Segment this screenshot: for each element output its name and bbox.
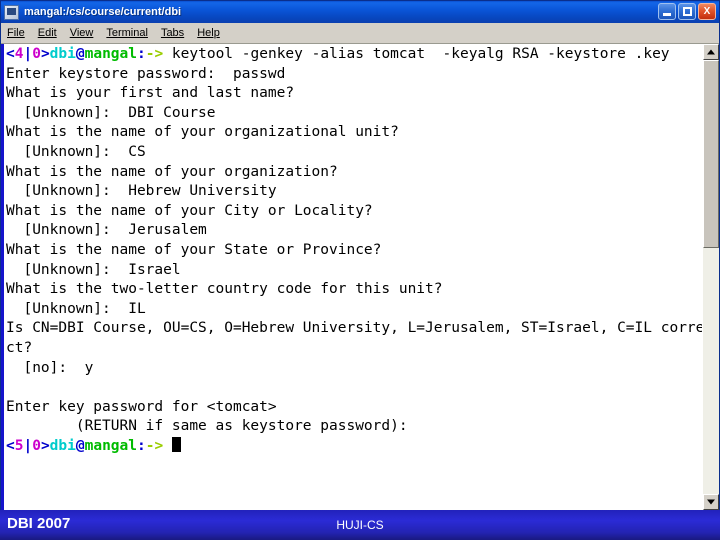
prompt2-gt: > — [40, 437, 50, 454]
terminal-line-14: Is CN=DBI Course, OU=CS, O=Hebrew Univer… — [6, 320, 702, 337]
prompt2-at: @ — [75, 437, 85, 454]
terminal-command: keytool -genkey -alias tomcat -keyalg RS… — [163, 46, 670, 62]
prompt-at: @ — [75, 46, 85, 62]
terminal-text: <4|0>dbi@mangal:-> keytool -genkey -alia… — [6, 45, 702, 510]
prompt-lt: < — [6, 46, 15, 62]
window-title: mangal:/cs/course/current/dbi — [24, 6, 182, 18]
terminal-line-6: What is the name of your organization? — [6, 163, 338, 180]
menu-item-help[interactable]: Help — [197, 27, 220, 39]
terminal-line-2: What is your first and last name? — [6, 85, 295, 102]
prompt2-lt: < — [6, 437, 15, 454]
prompt-colon: : — [137, 46, 146, 62]
terminal-line-18: Enter key password for <tomcat> — [6, 398, 277, 415]
prompt-host: mangal — [84, 46, 137, 62]
minimize-button[interactable] — [658, 3, 676, 20]
terminal-screen[interactable]: <4|0>dbi@mangal:-> keytool -genkey -alia… — [1, 44, 702, 510]
slide-footer: DBI 2007 HUJI-CS — [0, 510, 720, 540]
prompt2-arrow: -> — [145, 437, 164, 454]
prompt-gt: > — [40, 46, 50, 62]
scroll-down-button[interactable] — [703, 494, 719, 510]
terminal-scrollbar[interactable] — [702, 44, 719, 510]
terminal-line-7: [Unknown]: Hebrew University — [6, 183, 277, 200]
menu-item-terminal[interactable]: Terminal — [106, 27, 148, 39]
terminal-window: mangal:/cs/course/current/dbi X File Edi… — [0, 0, 720, 510]
terminal-line-prompt-1: <4|0>dbi@mangal:-> keytool -genkey -alia… — [6, 45, 702, 65]
prompt-user: dbi — [49, 46, 76, 62]
menu-bar: File Edit View Terminal Tabs Help — [1, 23, 719, 44]
chevron-up-icon — [707, 49, 715, 55]
prompt-arrow: -> — [145, 46, 164, 62]
menu-label-file: File — [7, 27, 25, 39]
terminal-area: <4|0>dbi@mangal:-> keytool -genkey -alia… — [1, 44, 719, 510]
terminal-line-3: [Unknown]: DBI Course — [6, 104, 216, 121]
close-button[interactable]: X — [698, 3, 716, 20]
terminal-line-19: (RETURN if same as keystore password): — [6, 418, 408, 435]
chevron-down-icon — [707, 499, 715, 505]
scroll-up-button[interactable] — [703, 44, 719, 60]
terminal-icon — [4, 4, 19, 20]
terminal-line-11: [Unknown]: Israel — [6, 261, 181, 278]
terminal-line-17 — [6, 378, 702, 398]
terminal-line-5: [Unknown]: CS — [6, 143, 146, 160]
terminal-line-10: What is the name of your State or Provin… — [6, 241, 382, 258]
menu-item-tabs[interactable]: Tabs — [161, 27, 184, 39]
scrollbar-thumb[interactable] — [703, 60, 719, 248]
text-cursor — [171, 436, 181, 452]
menu-label-view: View — [69, 27, 94, 39]
prompt2-colon: : — [137, 437, 146, 454]
terminal-line-9: [Unknown]: Jerusalem — [6, 222, 207, 239]
window-controls: X — [658, 3, 716, 20]
terminal-line-12: What is the two-letter country code for … — [6, 281, 443, 298]
terminal-line-15: ct? — [6, 339, 33, 356]
prompt2-status: 0 — [32, 437, 41, 454]
prompt-status: 0 — [32, 46, 41, 62]
prompt-bar: | — [23, 46, 33, 62]
close-icon: X — [703, 5, 711, 17]
terminal-line-1: Enter keystore password: passwd — [6, 65, 286, 82]
menu-item-view[interactable]: View — [70, 27, 94, 39]
footer-org-label: HUJI-CS — [336, 518, 384, 532]
prompt2-bar: | — [23, 437, 33, 454]
prompt2-host: mangal — [84, 437, 137, 454]
terminal-line-13: [Unknown]: IL — [6, 300, 146, 317]
window-titlebar: mangal:/cs/course/current/dbi X — [1, 1, 719, 23]
terminal-line-4: What is the name of your organizational … — [6, 124, 399, 141]
terminal-line-16: [no]: y — [6, 359, 94, 376]
minimize-icon — [663, 13, 671, 16]
slide-root: mangal:/cs/course/current/dbi X File Edi… — [0, 0, 720, 540]
menu-label-edit: Edit — [37, 27, 57, 39]
prompt2-user: dbi — [49, 437, 76, 454]
menu-label-help: Help — [197, 27, 220, 39]
menu-item-edit[interactable]: Edit — [38, 27, 57, 39]
terminal-line-prompt-2: <5|0>dbi@mangal:-> — [6, 436, 702, 457]
scrollbar-track[interactable] — [703, 60, 719, 494]
maximize-icon — [683, 7, 692, 16]
menu-label-tabs: Tabs — [160, 27, 185, 39]
menu-label-terminal: Terminal — [106, 27, 148, 39]
terminal-line-8: What is the name of your City or Localit… — [6, 202, 373, 219]
menu-item-file[interactable]: File — [7, 27, 25, 39]
maximize-button[interactable] — [678, 3, 696, 20]
